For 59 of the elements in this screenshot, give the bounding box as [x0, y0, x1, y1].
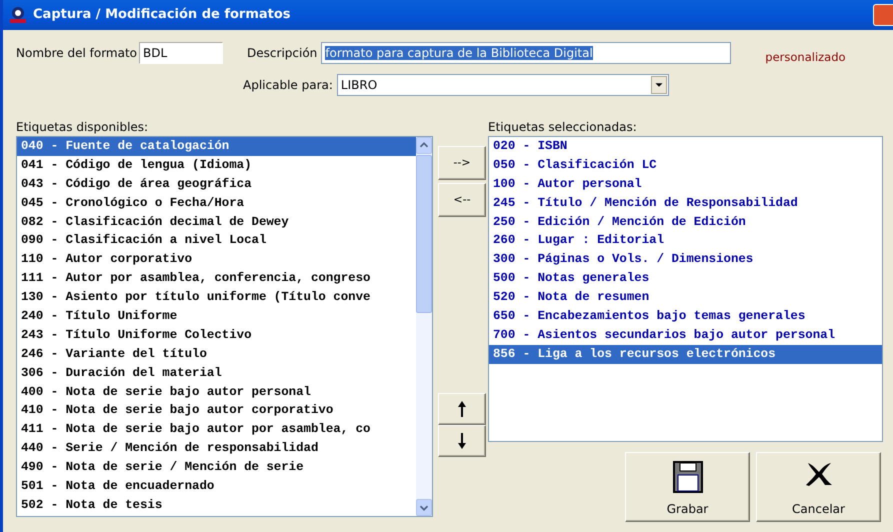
format-name-field[interactable]: BDL [139, 42, 224, 64]
cancel-button[interactable]: Cancelar [756, 452, 881, 522]
tag-item[interactable]: 020 - ISBN [489, 137, 882, 156]
tag-item[interactable]: 240 - Título Uniforme [17, 307, 416, 326]
tag-item[interactable]: 043 - Código de área geográfica [17, 174, 416, 194]
tag-item[interactable]: 410 - Nota de serie bajo autor corporativo [17, 401, 416, 420]
tag-item[interactable]: 090 - Clasificación a nivel Local [17, 231, 416, 250]
app-icon [9, 6, 27, 24]
selected-tags-list[interactable] [488, 136, 883, 442]
selected-tags-label: Etiquetas seleccionadas: [488, 119, 638, 136]
applicable-label: Aplicable para: [243, 77, 333, 94]
tag-item[interactable]: 041 - Código de lengua (Idioma) [17, 156, 416, 175]
window-title: Captura / Modificación de formatos [33, 6, 291, 24]
format-name-label: Nombre del formato [16, 45, 138, 62]
tag-item[interactable]: 245 - Título / Mención de Responsabilidad [489, 194, 882, 213]
move-down-button[interactable] [438, 425, 486, 457]
save-button[interactable]: Grabar [625, 452, 750, 522]
add-tag-button[interactable]: --> [438, 146, 486, 180]
up-arrow-icon [458, 401, 466, 417]
tag-item[interactable]: 500 - Notas generales [489, 269, 882, 288]
tag-item[interactable]: 082 - Clasificación decimal de Dewey [17, 212, 416, 232]
status-note: personalizado [765, 49, 846, 66]
scroll-thumb[interactable] [416, 155, 432, 313]
move-up-button[interactable] [438, 393, 486, 425]
tag-item[interactable]: 100 - Autor personal [489, 174, 882, 194]
tag-item[interactable]: 502 - Nota de tesis [17, 496, 416, 515]
description-label: Descripción [247, 45, 318, 62]
remove-tag-button[interactable]: <-- [438, 183, 486, 217]
tag-item[interactable]: 411 - Nota de serie bajo autor por asamblea, co [17, 420, 416, 440]
tag-item[interactable]: 250 - Edición / Mención de Edición [489, 212, 882, 232]
tag-item[interactable]: 306 - Duración del material [17, 364, 416, 383]
tag-item[interactable]: 243 - Título Uniforme Colectivo [17, 326, 416, 345]
applicable-dropdown[interactable]: LIBRO [336, 74, 669, 96]
tag-item[interactable]: 650 - Encabezamientos bajo temas generales [489, 307, 882, 326]
description-field[interactable]: formato para captura de la Biblioteca Digital [321, 42, 732, 64]
tag-item[interactable]: 501 - Nota de encuadernado [17, 477, 416, 496]
tag-item[interactable]: 700 - Asientos secundarios bajo autor personal [489, 326, 882, 345]
tag-item[interactable]: 040 - Fuente de catalogación [17, 137, 416, 156]
tag-item[interactable]: 111 - Autor por asamblea, conferencia, congreso [17, 269, 416, 288]
x-mark-icon [804, 461, 832, 487]
tag-item[interactable]: 300 - Páginas o Vols. / Dimensiones [489, 250, 882, 270]
tag-item[interactable]: 440 - Serie / Mención de responsabilidad [17, 439, 416, 458]
tag-item[interactable]: 045 - Cronológico o Fecha/Hora [17, 194, 416, 213]
close-button[interactable] [873, 4, 893, 26]
scrollbar[interactable] [416, 137, 432, 516]
tag-item[interactable]: 130 - Asiento por título uniforme (Título conve [17, 288, 416, 308]
down-arrow-icon [458, 433, 466, 449]
scroll-up-icon[interactable] [416, 137, 432, 154]
tag-item[interactable]: 110 - Autor corporativo [17, 250, 416, 270]
tag-item[interactable]: 520 - Nota de resumen [489, 288, 882, 308]
available-tags-list[interactable] [16, 136, 433, 517]
tag-item[interactable]: 856 - Liga a los recursos electrónicos [489, 344, 882, 364]
available-tags-label: Etiquetas disponibles: [16, 119, 150, 136]
tag-item[interactable]: 490 - Nota de serie / Mención de serie [17, 458, 416, 478]
tag-item[interactable]: 050 - Clasificación LC [489, 156, 882, 175]
tag-item[interactable]: 246 - Variante del título [17, 344, 416, 364]
tag-item[interactable]: 400 - Nota de serie bajo autor personal [17, 382, 416, 402]
tag-item[interactable]: 260 - Lugar : Editorial [489, 231, 882, 250]
scroll-down-icon[interactable] [416, 499, 432, 516]
